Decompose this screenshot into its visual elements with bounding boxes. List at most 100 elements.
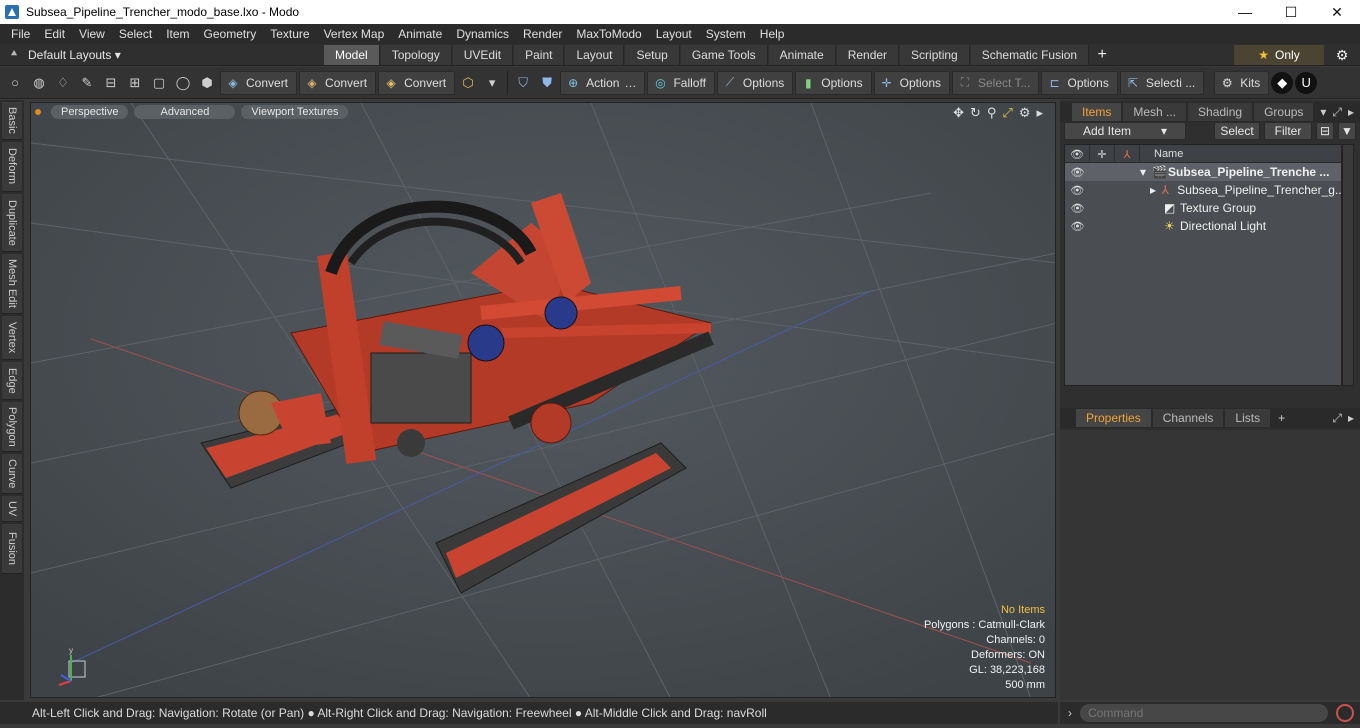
vtab-fusion[interactable]: Fusion — [2, 524, 22, 574]
expand-icon[interactable]: ⤢ — [1332, 105, 1342, 120]
vtab-edge[interactable]: Edge — [2, 362, 22, 400]
pin-icon[interactable]: ⯅ — [0, 48, 28, 61]
fit-icon[interactable]: ⤢ — [1002, 105, 1012, 121]
options-button-1[interactable]: ⟋ Options — [716, 70, 794, 95]
vtab-duplicate[interactable]: Duplicate — [2, 194, 22, 252]
viewport-menu-dot[interactable] — [35, 109, 41, 115]
vtab-mesh-edit[interactable]: Mesh Edit — [2, 254, 22, 314]
arrow-icon[interactable]: ▸ — [1348, 105, 1354, 120]
menu-layout[interactable]: Layout — [649, 24, 699, 44]
menu-geometry[interactable]: Geometry — [197, 24, 264, 44]
options-button-3[interactable]: ✛ Options — [873, 70, 950, 95]
square-icon[interactable]: ▢ — [148, 72, 170, 94]
tab-setup[interactable]: Setup — [625, 44, 680, 65]
viewport-gear-icon[interactable]: ⚙ — [1019, 105, 1031, 121]
menu-system[interactable]: System — [699, 24, 753, 44]
menu-item[interactable]: Item — [159, 24, 196, 44]
default-layouts-dropdown[interactable]: Default Layouts ▾ — [28, 48, 121, 62]
expand-icon[interactable]: ⤢ — [1332, 411, 1342, 426]
menu-edit[interactable]: Edit — [37, 24, 72, 44]
list-item[interactable]: 👁 ◩ Texture Group — [1065, 199, 1341, 217]
maximize-button[interactable]: ☐ — [1268, 0, 1314, 24]
add-item-button[interactable]: Add Item ▾ — [1064, 122, 1186, 140]
arrow-icon[interactable]: ▸ — [1348, 411, 1354, 426]
eye-icon[interactable]: 👁 — [1065, 184, 1089, 197]
dropdown-icon[interactable]: ▾ — [1320, 105, 1326, 120]
menu-file[interactable]: File — [4, 24, 37, 44]
gear-icon[interactable]: ⚙ — [1332, 45, 1352, 65]
options-button-2[interactable]: ▮ Options — [795, 70, 872, 95]
tab-animate[interactable]: Animate — [768, 44, 836, 65]
tab-render[interactable]: Render — [836, 44, 900, 65]
zoom-icon[interactable]: ⚲ — [987, 105, 997, 121]
cube-icon[interactable]: ⬢ — [196, 72, 218, 94]
menu-dynamics[interactable]: Dynamics — [449, 24, 516, 44]
dropdown-icon[interactable]: ▾ — [481, 72, 503, 94]
vtab-polygon[interactable]: Polygon — [2, 402, 22, 452]
tab-items[interactable]: Items — [1072, 103, 1122, 121]
unity-icon[interactable]: ◆ — [1271, 71, 1294, 94]
tab-lists[interactable]: Lists — [1225, 409, 1271, 427]
command-input[interactable] — [1080, 704, 1328, 722]
shield-alt-icon[interactable]: ⛊ — [536, 72, 558, 94]
shield-icon[interactable]: ⛉ — [512, 72, 534, 94]
tab-shading[interactable]: Shading — [1188, 103, 1253, 121]
tab-topology[interactable]: Topology — [380, 44, 452, 65]
pen-icon[interactable]: ♢ — [52, 72, 74, 94]
unreal-icon[interactable]: U — [1295, 71, 1318, 94]
tab-groups[interactable]: Groups — [1254, 103, 1314, 121]
collapse-icon[interactable]: ⊟ — [1316, 122, 1334, 140]
select-button[interactable]: Select — [1214, 122, 1260, 140]
menu-maxtomodo[interactable]: MaxToModo — [569, 24, 648, 44]
funnel-icon[interactable]: ▼ — [1338, 122, 1356, 140]
eye-icon[interactable]: 👁 — [1065, 166, 1090, 179]
globe-icon[interactable]: ◍ — [28, 72, 50, 94]
vtab-vertex[interactable]: Vertex — [2, 316, 22, 360]
eye-icon[interactable]: 👁 — [1065, 220, 1090, 233]
expand-triangle-icon[interactable]: ▾ — [1140, 165, 1152, 179]
collapse-triangle-icon[interactable]: ▸ — [1150, 183, 1162, 197]
vtab-uv[interactable]: UV — [2, 496, 22, 522]
viewport-textures-dropdown[interactable]: Viewport Textures — [241, 105, 349, 119]
menu-view[interactable]: View — [72, 24, 112, 44]
menu-texture[interactable]: Texture — [263, 24, 316, 44]
move-icon[interactable]: ⊞ — [124, 72, 146, 94]
menu-render[interactable]: Render — [516, 24, 569, 44]
convert-button-1[interactable]: ◈ Convert — [220, 70, 298, 95]
shape-icon[interactable]: ⬡ — [457, 72, 479, 94]
close-button[interactable]: ✕ — [1314, 0, 1360, 24]
options-button-4[interactable]: ⊏ Options — [1041, 70, 1118, 95]
falloff-button[interactable]: ◎ Falloff — [647, 70, 715, 95]
item-list-scrollbar[interactable] — [1342, 144, 1354, 386]
menu-select[interactable]: Select — [112, 24, 159, 44]
brush-icon[interactable]: ✎ — [76, 72, 98, 94]
pan-icon[interactable]: ✥ — [953, 105, 964, 121]
viewport-arrow-icon[interactable]: ▸ — [1036, 105, 1043, 121]
tab-layout[interactable]: Layout — [565, 44, 625, 65]
kits-button[interactable]: ⚙ Kits — [1214, 70, 1270, 95]
tab-schematic-fusion[interactable]: Schematic Fusion — [970, 44, 1090, 65]
eye-icon[interactable]: 👁 — [1065, 202, 1090, 215]
ring-icon[interactable]: ◯ — [172, 72, 194, 94]
tab-uvedit[interactable]: UVEdit — [452, 44, 514, 65]
add-tab-icon[interactable]: + — [1272, 411, 1291, 425]
filter-button[interactable]: Filter — [1264, 122, 1312, 140]
vtab-deform[interactable]: Deform — [2, 142, 22, 192]
select-t-button[interactable]: ⛶ Select T... — [952, 70, 1040, 95]
list-item[interactable]: 👁 ▾ 🎬 Subsea_Pipeline_Trenche ... — [1065, 163, 1341, 181]
menu-animate[interactable]: Animate — [391, 24, 449, 44]
action-button[interactable]: ⊕ Action… — [560, 70, 646, 95]
advanced-dropdown[interactable]: Advanced — [134, 105, 236, 119]
vtab-curve[interactable]: Curve — [2, 454, 22, 494]
tab-model[interactable]: Model — [324, 44, 380, 65]
rotate-icon[interactable]: ↻ — [970, 105, 981, 121]
tab-game-tools[interactable]: Game Tools — [680, 44, 768, 65]
convert-button-3[interactable]: ◈ Convert — [378, 70, 456, 95]
3d-viewport[interactable]: y Perspective Advanced Viewport Textures… — [30, 102, 1056, 698]
list-item[interactable]: 👁 ☀ Directional Light — [1065, 217, 1341, 235]
tab-mesh[interactable]: Mesh ... — [1123, 103, 1187, 121]
minimize-button[interactable]: — — [1222, 0, 1268, 24]
add-tab-icon[interactable]: + — [1090, 46, 1114, 64]
transform-icon[interactable]: ⊟ — [100, 72, 122, 94]
tab-scripting[interactable]: Scripting — [900, 44, 970, 65]
